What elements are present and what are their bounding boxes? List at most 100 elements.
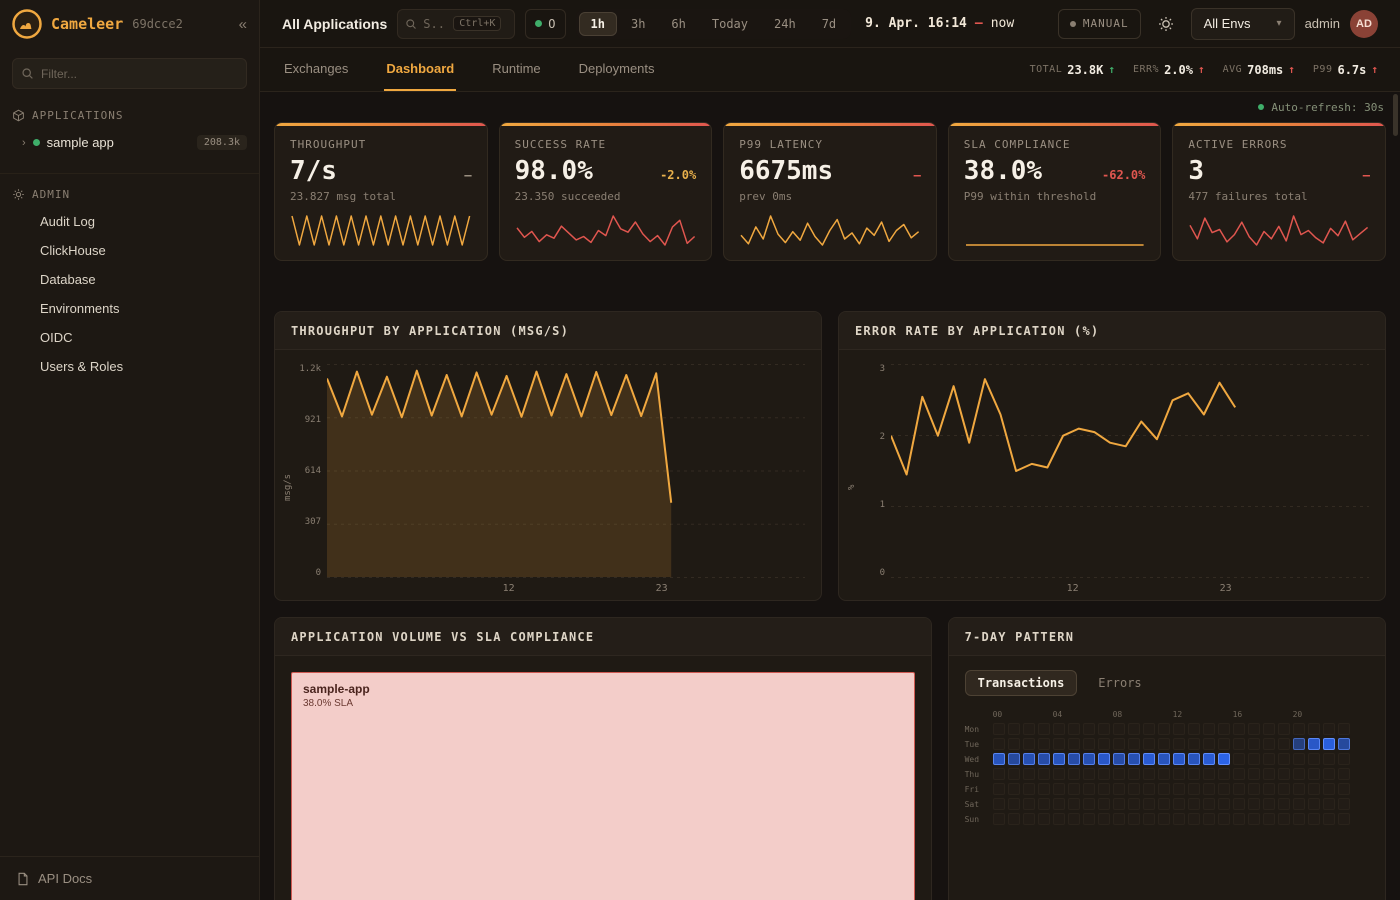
heatmap-cell (1263, 753, 1275, 765)
y-tick: 0 (880, 568, 885, 578)
tab-exchanges[interactable]: Exchanges (282, 48, 350, 91)
manual-refresh-button[interactable]: MANUAL (1058, 9, 1141, 39)
panel-title: ERROR RATE BY APPLICATION (%) (855, 324, 1099, 338)
heatmap-cell (1173, 753, 1185, 765)
heatmap-cell (1323, 723, 1335, 735)
heatmap-cell (1323, 753, 1335, 765)
heatmap-row: Wed (965, 753, 1369, 765)
heatmap-cell (1083, 753, 1095, 765)
heatmap-cell (1038, 753, 1050, 765)
card-subtitle: 23.827 msg total (290, 190, 472, 203)
heatmap-cell (1128, 768, 1140, 780)
toggle-transactions[interactable]: Transactions (965, 670, 1078, 696)
y-tick: 1 (880, 500, 885, 510)
x-tick: 23 (656, 583, 668, 594)
sidebar-item-oidc[interactable]: OIDC (0, 323, 259, 352)
datetime-end: now (991, 16, 1014, 31)
sidebar-item-sample-app[interactable]: › sample app 208.3k (0, 128, 259, 157)
day-label: Thu (965, 770, 989, 779)
stat-value: 2.0% (1164, 63, 1193, 77)
theme-toggle-button[interactable] (1151, 9, 1181, 39)
heatmap-row: Mon (965, 723, 1369, 735)
heatmap-cell (1233, 768, 1245, 780)
treemap-node-sample-app[interactable]: sample-app 38.0% SLA (291, 672, 915, 900)
range-1h[interactable]: 1h (579, 12, 617, 36)
global-search[interactable]: Ctrl+K (397, 9, 515, 39)
stat-cards-row: THROUGHPUT 7/s – 23.827 msg total SUCCES… (274, 122, 1386, 261)
pattern-panel: 7-DAY PATTERN Transactions Errors 000408… (948, 617, 1386, 900)
heatmap-cell (1233, 753, 1245, 765)
panel-title: THROUGHPUT BY APPLICATION (MSG/S) (291, 324, 569, 338)
sidebar-item-audit-log[interactable]: Audit Log (0, 207, 259, 236)
card-subtitle: P99 within threshold (964, 190, 1146, 203)
card-throughput: THROUGHPUT 7/s – 23.827 msg total (274, 122, 488, 261)
day-label: Fri (965, 785, 989, 794)
heatmap-cell (1098, 798, 1110, 810)
heatmap-cell (1098, 738, 1110, 750)
heatmap-cell (1053, 813, 1065, 825)
tab-runtime[interactable]: Runtime (490, 48, 542, 91)
treemap-panel: APPLICATION VOLUME VS SLA COMPLIANCE sam… (274, 617, 932, 900)
range-3h[interactable]: 3h (619, 12, 657, 36)
heatmap-cell (1218, 753, 1230, 765)
heatmap-cell (1098, 768, 1110, 780)
heatmap-cell (1083, 798, 1095, 810)
trend-arrow: ↑ (1198, 63, 1205, 76)
heatmap-cell (1233, 798, 1245, 810)
tab-dashboard[interactable]: Dashboard (384, 48, 456, 91)
heatmap-cell (1068, 738, 1080, 750)
heatmap-cell (1068, 723, 1080, 735)
applications-label: APPLICATIONS (32, 109, 123, 122)
sparkline-chart (1188, 212, 1370, 248)
env-select-value: All Envs (1204, 16, 1251, 31)
range-today[interactable]: Today (700, 12, 760, 36)
heatmap-row: Tue (965, 738, 1369, 750)
throughput-plot: 12 23 (327, 364, 805, 594)
heatmap-cell (1218, 738, 1230, 750)
heatmap-cell (1338, 798, 1350, 810)
heatmap-cell (1038, 798, 1050, 810)
heatmap-cell (1308, 798, 1320, 810)
heatmap-cell (1233, 813, 1245, 825)
admin-section: ADMIN Audit Log ClickHouse Database Envi… (0, 173, 259, 387)
range-6h[interactable]: 6h (659, 12, 697, 36)
heatmap-cell (1278, 783, 1290, 795)
auto-refresh-dot (1258, 104, 1264, 110)
sidebar-item-database[interactable]: Database (0, 265, 259, 294)
stat-label: TOTAL (1030, 64, 1063, 75)
range-7d[interactable]: 7d (810, 12, 848, 36)
collapse-sidebar-icon[interactable]: « (239, 16, 247, 33)
heatmap-cell (1323, 768, 1335, 780)
heatmap-cell (1083, 783, 1095, 795)
scrollbar[interactable] (1393, 94, 1398, 136)
heatmap-cell (1083, 768, 1095, 780)
toggle-errors[interactable]: Errors (1085, 670, 1154, 696)
heatmap-cell (1278, 738, 1290, 750)
api-docs-link[interactable]: API Docs (0, 856, 259, 900)
trend-arrow: ↑ (1108, 63, 1115, 76)
sidebar-item-environments[interactable]: Environments (0, 294, 259, 323)
heatmap-cell (1338, 738, 1350, 750)
heatmap-cell (1248, 813, 1260, 825)
filter-input[interactable] (12, 58, 247, 89)
treemap-node-sla: 38.0% SLA (303, 698, 903, 709)
card-delta: – (1363, 168, 1370, 182)
heatmap-cell (1323, 783, 1335, 795)
sidebar-item-clickhouse[interactable]: ClickHouse (0, 236, 259, 265)
env-select[interactable]: All Envs ▾ (1191, 8, 1295, 40)
sidebar-item-users-roles[interactable]: Users & Roles (0, 352, 259, 381)
datetime-range[interactable]: 9. Apr. 16:14 – now (861, 16, 1018, 31)
search-input[interactable] (423, 17, 447, 31)
stat-value: 6.7s (1337, 63, 1366, 77)
y-tick: 614 (305, 466, 321, 476)
avatar[interactable]: AD (1350, 10, 1378, 38)
cameleer-logo (12, 9, 42, 39)
panel-title: 7-DAY PATTERN (965, 630, 1075, 644)
heatmap-cell (1053, 753, 1065, 765)
heatmap-cell (1188, 798, 1200, 810)
heatmap-cell (1218, 768, 1230, 780)
tab-deployments[interactable]: Deployments (577, 48, 657, 91)
pattern-heatmap: 000408121620 MonTueWedThuFriSatSun (965, 710, 1369, 825)
range-24h[interactable]: 24h (762, 12, 808, 36)
hour-label: 08 (1113, 710, 1173, 719)
